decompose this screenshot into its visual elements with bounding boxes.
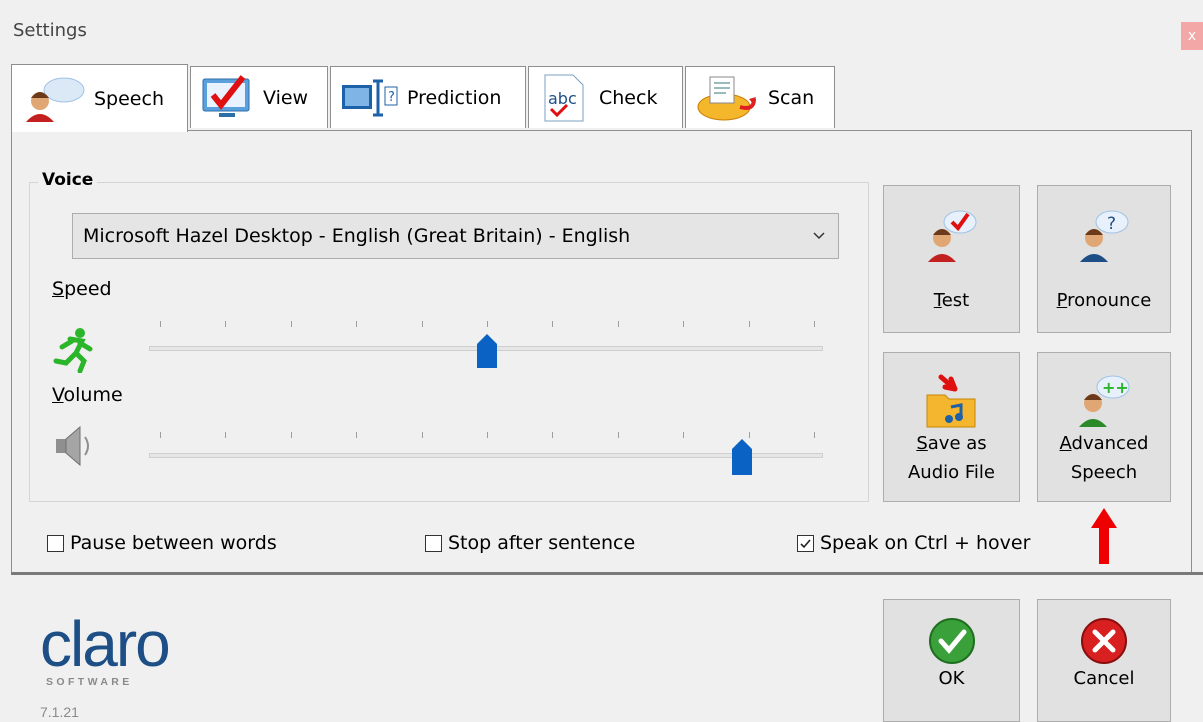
- chevron-down-icon: [813, 232, 825, 240]
- slider-tick: [225, 321, 227, 327]
- slider-tick: [683, 432, 685, 438]
- ok-button-label: OK: [938, 668, 965, 689]
- slider-tick: [356, 432, 358, 438]
- svg-text:?: ?: [1107, 214, 1116, 234]
- tab-label: Speech: [94, 87, 164, 110]
- volume-slider-track[interactable]: [149, 453, 823, 458]
- text-cursor-icon: ?: [342, 79, 398, 116]
- pause-between-words-checkbox[interactable]: Pause between words: [47, 532, 277, 554]
- volume-label: Volume: [52, 384, 123, 406]
- claro-logo-subtitle: SOFTWARE: [46, 676, 133, 688]
- slider-tick: [552, 432, 554, 438]
- slider-tick: [487, 432, 488, 438]
- scan-icon: [697, 76, 756, 120]
- voice-group-label: Voice: [38, 170, 98, 190]
- svg-text:++: ++: [1102, 378, 1129, 397]
- ok-button[interactable]: OK: [883, 599, 1020, 722]
- slider-tick: [683, 321, 685, 327]
- cancel-x-icon: [1081, 618, 1127, 664]
- checkbox-label: Stop after sentence: [448, 532, 636, 554]
- tab-label: Scan: [768, 86, 815, 109]
- tab-check[interactable]: abc Check: [528, 66, 683, 128]
- speed-label: Speed: [52, 278, 112, 300]
- voice-select[interactable]: Microsoft Hazel Desktop - English (Great…: [72, 213, 839, 259]
- checkbox-box[interactable]: [797, 534, 814, 552]
- slider-tick: [617, 432, 619, 438]
- title-bar: [0, 0, 1203, 64]
- speed-slider-thumb[interactable]: [476, 333, 498, 369]
- tab-label: View: [263, 86, 309, 109]
- speak-plus-icon: ++: [1079, 375, 1130, 427]
- running-man-icon: [53, 328, 93, 373]
- version-label: 7.1.21: [40, 704, 79, 720]
- slider-tick: [290, 432, 292, 438]
- checkbox-label: Speak on Ctrl + hover: [820, 532, 1031, 554]
- monitor-check-icon: [202, 74, 250, 117]
- speak-check-icon: [927, 210, 976, 262]
- volume-slider-thumb[interactable]: [731, 438, 753, 476]
- red-arrow-annotation: [1091, 508, 1117, 564]
- speaker-person-icon: [26, 77, 85, 122]
- tab-label: Check: [599, 86, 658, 109]
- slider-tick: [487, 321, 488, 327]
- close-button[interactable]: x: [1181, 22, 1203, 50]
- stop-after-sentence-checkbox[interactable]: Stop after sentence: [425, 532, 635, 554]
- checkbox-box[interactable]: [47, 534, 64, 552]
- slider-tick: [160, 432, 161, 438]
- save-as-audio-file-button[interactable]: Save as Audio File: [883, 352, 1020, 502]
- slider-tick: [552, 321, 554, 327]
- slider-tick: [814, 321, 815, 327]
- tab-label: Prediction: [407, 86, 502, 109]
- claro-logo: claro: [40, 608, 171, 680]
- pronounce-button[interactable]: ? Pronounce: [1037, 185, 1171, 333]
- pronounce-button-label: Pronounce: [1056, 290, 1152, 311]
- tab-scan[interactable]: Scan: [685, 66, 835, 128]
- cancel-button[interactable]: Cancel: [1037, 599, 1171, 722]
- slider-tick: [814, 432, 815, 438]
- test-button[interactable]: Test: [883, 185, 1020, 333]
- abc-check-icon: abc: [544, 74, 584, 121]
- audio-folder-icon: [926, 374, 975, 428]
- divider: [11, 572, 1203, 575]
- checkmark-icon: [800, 538, 811, 548]
- save-as-audio-file-label: Save as Audio File: [907, 433, 995, 483]
- advanced-speech-button[interactable]: ++ Advanced Speech: [1037, 352, 1171, 502]
- svg-text:?: ?: [388, 90, 395, 105]
- tab-view[interactable]: View: [190, 66, 328, 128]
- slider-tick: [290, 321, 292, 327]
- slider-tick: [421, 432, 423, 438]
- slider-tick: [356, 321, 358, 327]
- slider-tick: [748, 321, 750, 327]
- slider-tick: [160, 321, 161, 327]
- voice-select-value: Microsoft Hazel Desktop - English (Great…: [83, 225, 631, 247]
- checkbox-label: Pause between words: [70, 532, 277, 554]
- test-button-label: Test: [933, 290, 970, 311]
- tab-speech[interactable]: Speech: [11, 64, 188, 132]
- speak-question-icon: ?: [1080, 210, 1129, 262]
- slider-tick: [421, 321, 423, 327]
- speak-on-ctrl-hover-checkbox[interactable]: Speak on Ctrl + hover: [797, 532, 1030, 554]
- svg-text:abc: abc: [548, 89, 577, 108]
- slider-tick: [617, 321, 619, 327]
- slider-tick: [225, 432, 227, 438]
- cancel-button-label: Cancel: [1073, 668, 1135, 689]
- window-title: Settings: [13, 20, 87, 41]
- checkbox-box[interactable]: [425, 534, 442, 552]
- speaker-icon: [56, 425, 89, 467]
- ok-check-icon: [928, 618, 975, 664]
- advanced-speech-label: Advanced Speech: [1059, 433, 1149, 483]
- tab-prediction[interactable]: ? Prediction: [330, 66, 526, 128]
